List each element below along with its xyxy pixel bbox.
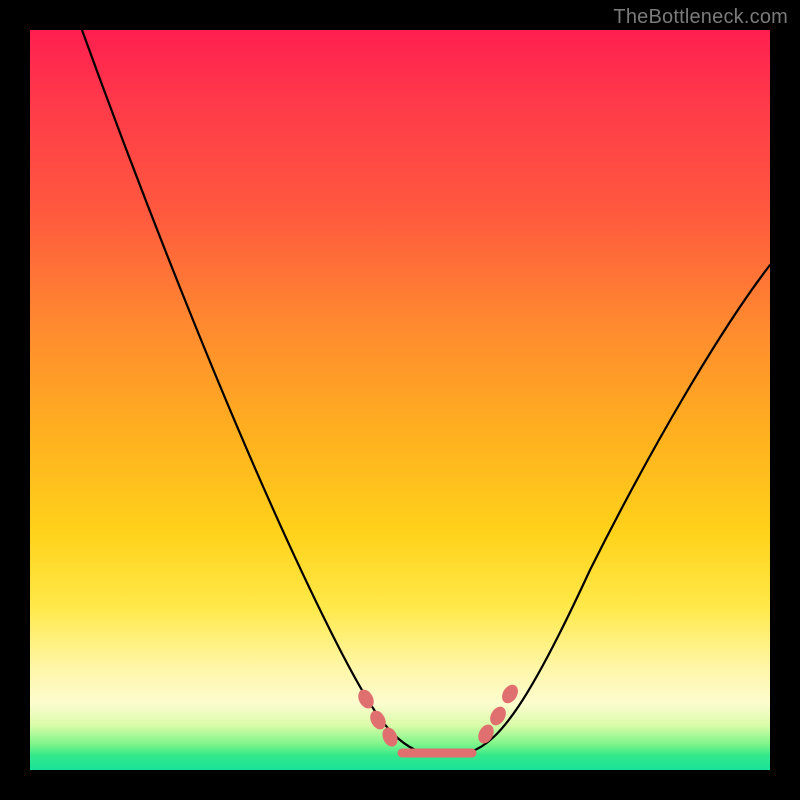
chart-frame: TheBottleneck.com [0,0,800,800]
watermark-text: TheBottleneck.com [613,6,788,29]
chart-plot-area [30,30,770,770]
chart-svg [30,30,770,770]
bottleneck-curve [82,30,770,752]
bead-icon [499,682,521,706]
bead-icon [475,722,497,746]
